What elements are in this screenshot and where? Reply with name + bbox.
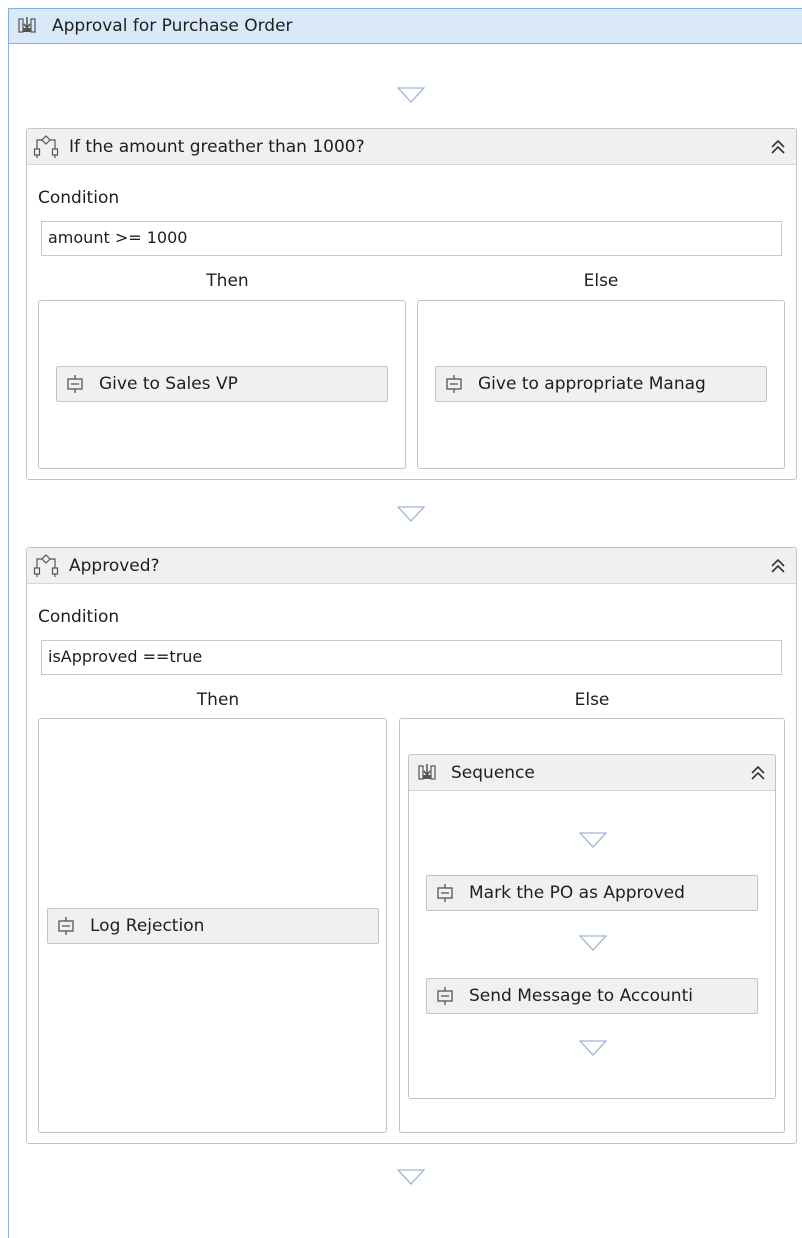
- give-to-manager-activity[interactable]: Give to appropriate Manag: [435, 366, 767, 402]
- collapse-chevron-icon[interactable]: [749, 764, 767, 782]
- else-branch-area[interactable]: Give to appropriate Manag: [417, 300, 785, 469]
- drop-target-arrow-icon[interactable]: [579, 832, 607, 848]
- drop-target-arrow-icon[interactable]: [397, 506, 425, 522]
- give-to-sales-vp-activity[interactable]: Give to Sales VP: [56, 366, 388, 402]
- workflow-title: Approval for Purchase Order: [52, 16, 293, 36]
- else-label: Else: [583, 271, 619, 291]
- activity-icon: [57, 917, 75, 935]
- drop-target-arrow-icon[interactable]: [397, 1169, 425, 1185]
- condition-label: Condition: [38, 607, 120, 627]
- sequence-icon: [418, 763, 436, 781]
- if-amount-title: If the amount greather than 1000?: [69, 137, 365, 157]
- activity-icon: [66, 375, 84, 393]
- if-approved-title: Approved?: [69, 556, 160, 576]
- if-amount-activity[interactable]: If the amount greather than 1000? Condit…: [26, 128, 797, 480]
- activity-icon: [436, 987, 454, 1005]
- condition-label: Condition: [38, 188, 120, 208]
- then-branch-area[interactable]: Log Rejection: [38, 718, 387, 1133]
- drop-target-arrow-icon[interactable]: [579, 1040, 607, 1056]
- activity-label: Send Message to Accounti: [469, 986, 693, 1006]
- sequence-title: Sequence: [451, 763, 535, 783]
- else-branch-area[interactable]: Sequence Mark the PO as Approved Send Me…: [399, 718, 785, 1133]
- sequence-header[interactable]: Sequence: [409, 755, 775, 791]
- activity-label: Give to appropriate Manag: [478, 374, 706, 394]
- collapse-chevron-icon[interactable]: [769, 138, 787, 156]
- sequence-icon: [18, 16, 36, 34]
- activity-icon: [436, 884, 454, 902]
- collapse-chevron-icon[interactable]: [769, 557, 787, 575]
- condition-input[interactable]: isApproved ==true: [41, 640, 782, 675]
- if-approved-activity[interactable]: Approved? Condition isApproved ==true Th…: [26, 547, 797, 1144]
- drop-target-arrow-icon[interactable]: [579, 935, 607, 951]
- sequence-activity[interactable]: Sequence Mark the PO as Approved Send Me…: [408, 754, 776, 1099]
- workflow-header[interactable]: Approval for Purchase Order: [9, 9, 802, 44]
- condition-input[interactable]: amount >= 1000: [41, 221, 782, 256]
- else-label: Else: [574, 690, 610, 710]
- send-message-activity[interactable]: Send Message to Accounti: [426, 978, 758, 1014]
- then-label: Then: [206, 271, 249, 291]
- then-label: Then: [196, 690, 240, 710]
- activity-label: Log Rejection: [90, 916, 205, 936]
- activity-label: Give to Sales VP: [99, 374, 238, 394]
- if-approved-header[interactable]: Approved?: [27, 548, 796, 584]
- log-rejection-activity[interactable]: Log Rejection: [47, 908, 379, 944]
- mark-po-approved-activity[interactable]: Mark the PO as Approved: [426, 875, 758, 911]
- if-icon: [33, 554, 59, 578]
- activity-label: Mark the PO as Approved: [469, 883, 685, 903]
- then-branch-area[interactable]: Give to Sales VP: [38, 300, 406, 469]
- drop-target-arrow-icon[interactable]: [397, 87, 425, 103]
- if-icon: [33, 135, 59, 159]
- if-amount-header[interactable]: If the amount greather than 1000?: [27, 129, 796, 165]
- activity-icon: [445, 375, 463, 393]
